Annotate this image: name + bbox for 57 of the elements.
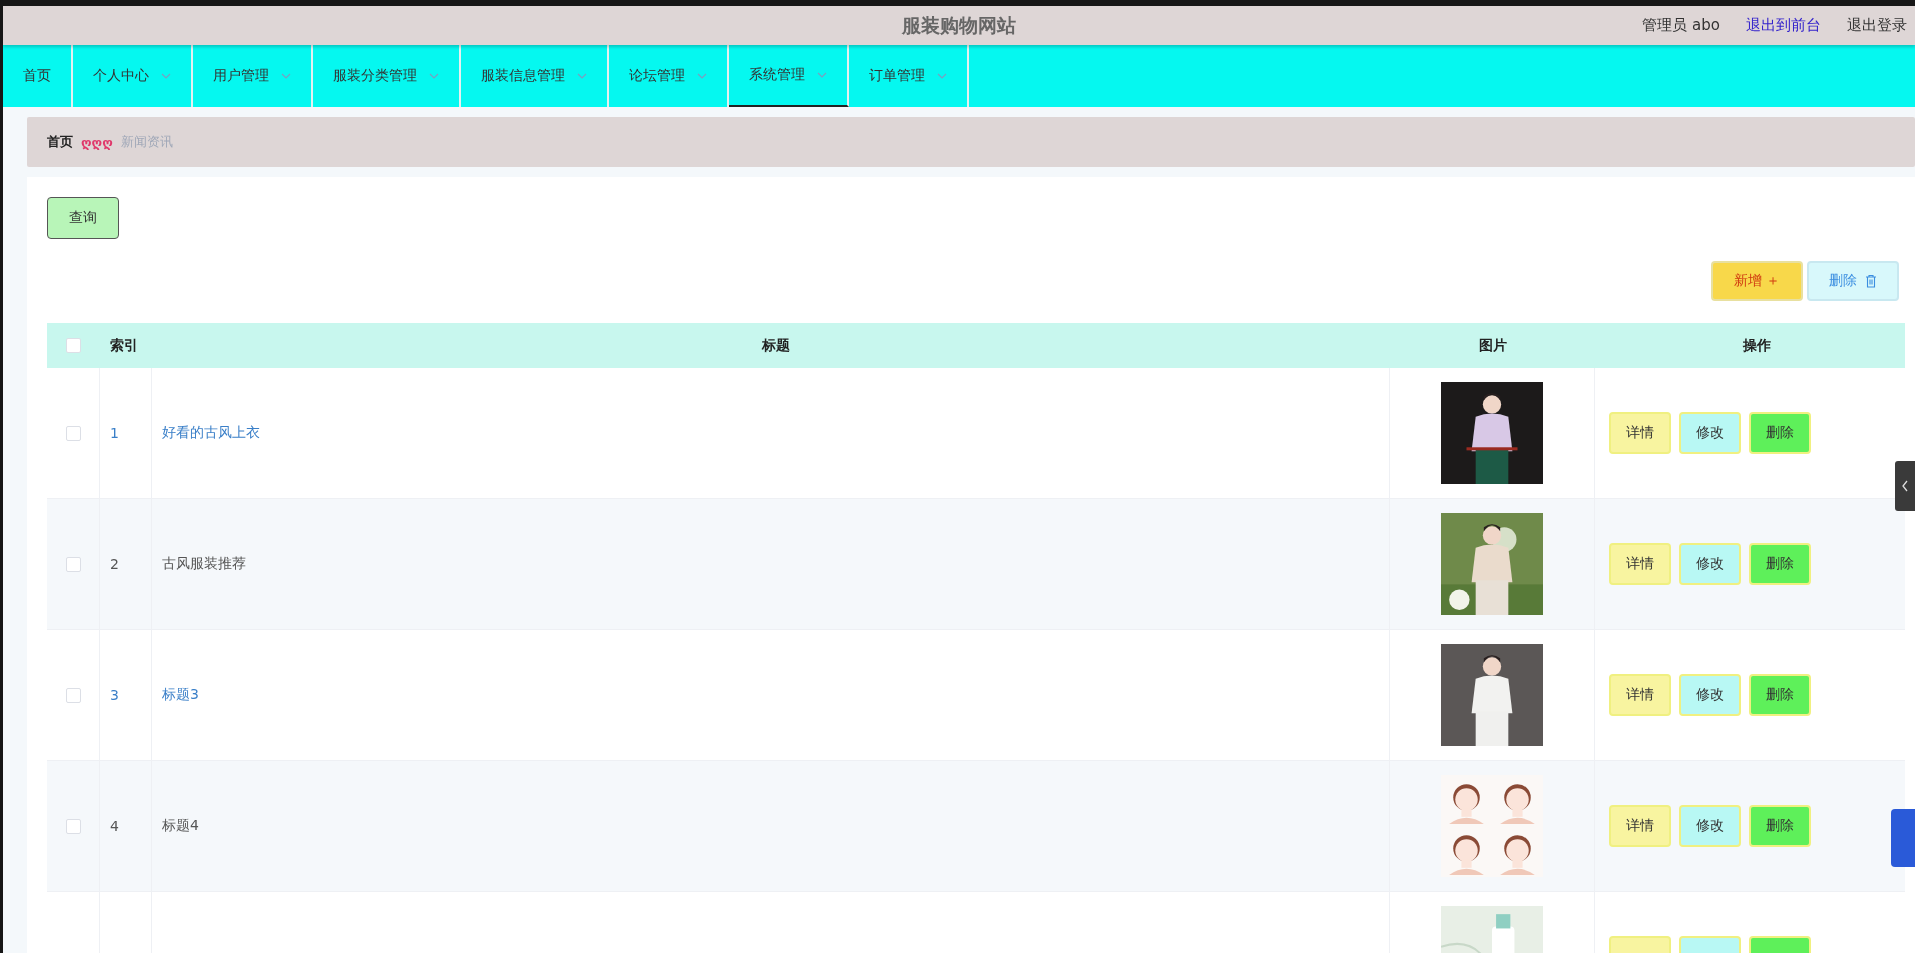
nav-item[interactable]: 个人中心	[73, 45, 193, 107]
chevron-down-icon	[697, 73, 707, 79]
collapse-tab[interactable]	[1895, 461, 1915, 511]
edit-button[interactable]: 修改	[1679, 805, 1741, 847]
delete-button[interactable]: 删除	[1749, 412, 1811, 454]
chevron-left-icon	[1901, 480, 1909, 492]
chevron-down-icon	[817, 72, 827, 78]
floating-widget[interactable]	[1891, 809, 1915, 867]
edit-button[interactable]: 修改	[1679, 674, 1741, 716]
select-all-checkbox[interactable]	[66, 338, 81, 353]
nav-item[interactable]: 订单管理	[849, 45, 969, 107]
chevron-down-icon	[161, 73, 171, 79]
delete-button[interactable]: 删除	[1749, 543, 1811, 585]
chevron-down-icon	[937, 73, 947, 79]
breadcrumb-home[interactable]: 首页	[47, 133, 73, 151]
detail-button[interactable]: 详情	[1609, 412, 1671, 454]
trash-icon	[1865, 274, 1877, 288]
breadcrumb-current: 新闻资讯	[120, 133, 173, 151]
user-label: 管理员 abo	[1642, 16, 1720, 35]
title-cell: 标题4	[162, 817, 199, 835]
column-header: 操作	[1743, 336, 1771, 355]
search-button[interactable]: 查询	[47, 197, 119, 239]
nav-item[interactable]: 服装分类管理	[313, 45, 461, 107]
row-checkbox[interactable]	[65, 818, 81, 834]
site-title: 服装购物网站	[902, 12, 1016, 38]
index-cell: 2	[110, 556, 119, 572]
title-cell: 好看的古风上衣	[162, 424, 260, 442]
nav-item[interactable]: 首页	[3, 45, 73, 107]
logout-link[interactable]: 退出登录	[1847, 16, 1907, 35]
column-header: 索引	[110, 336, 138, 355]
nav-item[interactable]: 服装信息管理	[461, 45, 609, 107]
title-cell: 标题3	[162, 686, 199, 704]
detail-button[interactable]: 详情	[1609, 805, 1671, 847]
column-header: 标题	[762, 336, 790, 355]
add-button[interactable]: 新增 ＋	[1711, 261, 1803, 301]
detail-button[interactable]: 详情	[1609, 674, 1671, 716]
front-link[interactable]: 退出到前台	[1746, 16, 1821, 35]
nav-item[interactable]: 论坛管理	[609, 45, 729, 107]
delete-button[interactable]: 删除	[1749, 805, 1811, 847]
nav-item[interactable]: 用户管理	[193, 45, 313, 107]
edit-button[interactable]: 修改	[1679, 412, 1741, 454]
row-checkbox[interactable]	[65, 687, 81, 703]
nav-item[interactable]: 系统管理	[729, 45, 849, 107]
breadcrumb-separator: ღღღ	[81, 134, 113, 150]
index-cell: 1	[110, 425, 119, 441]
delete-button[interactable]: 删除	[1749, 674, 1811, 716]
chevron-down-icon	[577, 73, 587, 79]
row-checkbox[interactable]	[65, 556, 81, 572]
column-header: 图片	[1478, 336, 1507, 355]
chevron-down-icon	[281, 73, 291, 79]
title-cell: 古风服装推荐	[162, 555, 246, 573]
chevron-down-icon	[429, 73, 439, 79]
detail-button[interactable]: 详情	[1609, 543, 1671, 585]
edit-button[interactable]: 修改	[1679, 543, 1741, 585]
row-checkbox[interactable]	[65, 425, 81, 441]
index-cell: 3	[110, 687, 119, 703]
index-cell: 4	[110, 818, 119, 834]
